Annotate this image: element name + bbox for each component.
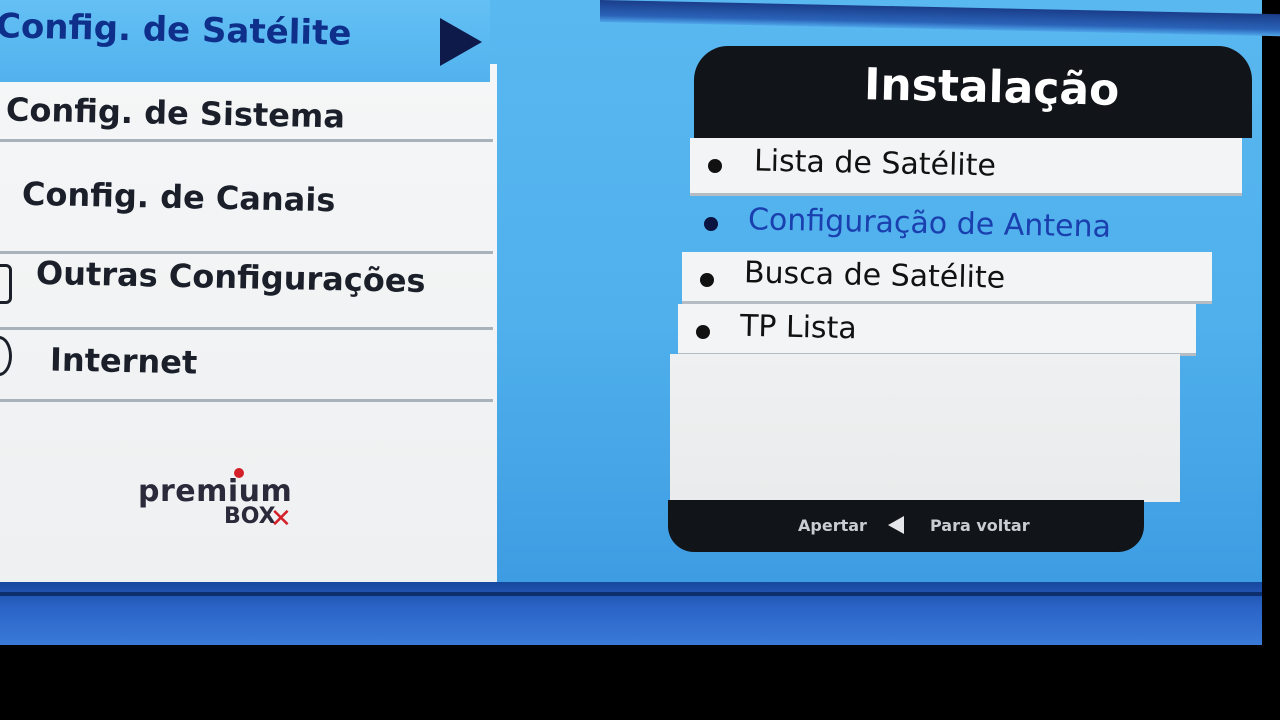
panel-item-label: TP Lista [739,308,858,347]
menu-item-label: Internet [49,340,198,382]
right-triangle-icon [440,18,482,66]
top-edge-band [600,0,1280,37]
menu-item-label: Outras Configurações [35,253,426,301]
logo-word-box: BOX [224,504,276,529]
menu-list-background: Config. de Sistema Config. de Canais Out… [0,64,497,582]
bottom-divider [0,592,1262,596]
settings-icon [0,264,12,304]
back-label: Para voltar [930,516,1030,535]
panel-footer: Apertar Para voltar [668,500,1144,552]
menu-item-label: Config. de Sistema [5,90,346,136]
logo-x-icon: ✕ [270,504,292,534]
bullet-dot-icon [696,325,710,339]
bottom-band [0,582,1262,645]
bullet-dot-icon [708,159,722,173]
panel-item-label: Busca de Satélite [743,255,1006,296]
bullet-dot-icon [700,273,714,287]
press-label: Apertar [798,516,867,535]
premium-box-logo: premium BOX ✕ [138,468,318,538]
internet-icon [0,336,12,376]
menu-item-config-canais[interactable]: Config. de Canais [0,172,493,254]
menu-item-outras-configuracoes[interactable]: Outras Configurações [0,254,493,330]
menu-item-internet[interactable]: Internet [0,330,493,402]
panel-item-configuracao-antena[interactable]: Configuração de Antena [686,196,1230,252]
panel-item-label: Lista de Satélite [753,143,997,184]
panel-title: Instalação [863,59,1120,116]
panel-item-tp-lista[interactable]: TP Lista [678,304,1196,356]
bullet-dot-icon [704,217,718,231]
menu-item-label: Config. de Canais [21,174,336,220]
menu-item-config-satelite[interactable]: Config. de Satélite [0,0,490,82]
panel-item-busca-satelite[interactable]: Busca de Satélite [682,252,1212,304]
tv-screen: Config. de Sistema Config. de Canais Out… [0,0,1280,720]
installation-panel: Instalação Lista de Satélite Configuraçã… [668,46,1252,554]
panel-empty-area [670,354,1180,502]
menu-item-label: Config. de Satélite [0,6,352,54]
panel-item-label: Configuração de Antena [747,202,1112,245]
panel-header: Instalação [694,46,1252,138]
settings-menu: Config. de Sistema Config. de Canais Out… [0,0,497,582]
tv-menu-background: Config. de Sistema Config. de Canais Out… [0,0,1280,645]
left-triangle-icon [888,516,904,534]
panel-item-lista-satelite[interactable]: Lista de Satélite [690,138,1242,196]
